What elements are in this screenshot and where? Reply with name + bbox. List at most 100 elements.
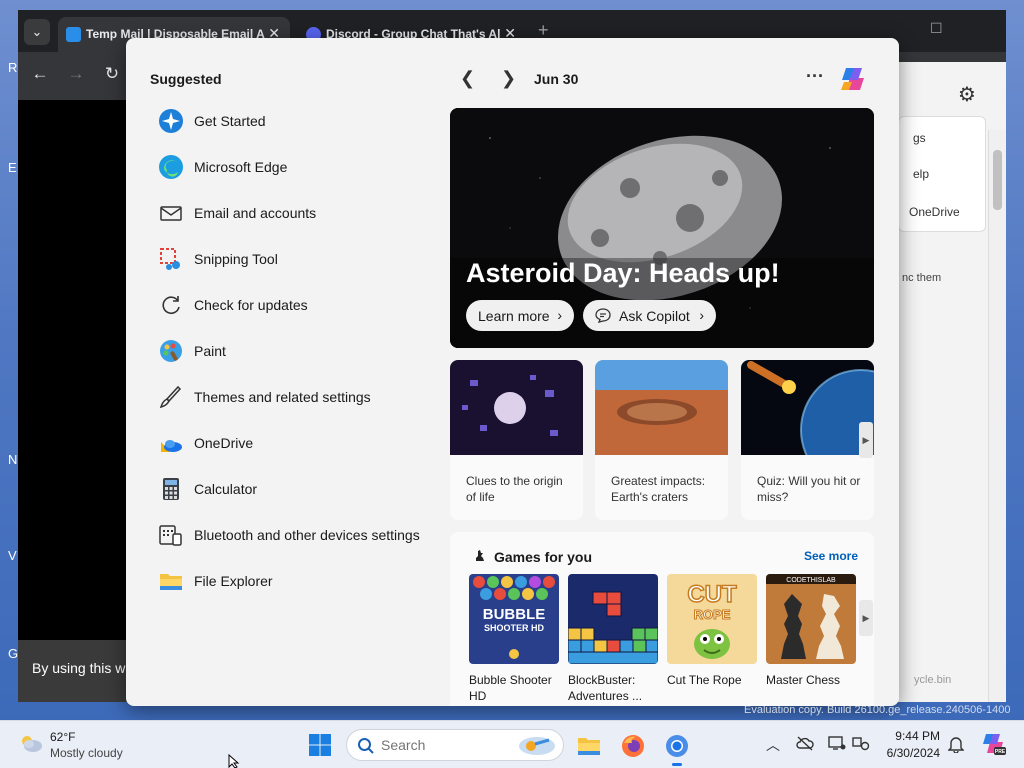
card-text: Clues to the origin of life bbox=[466, 474, 563, 504]
hero-card[interactable]: Asteroid Day: Heads up! Learn more › Ask… bbox=[450, 108, 874, 348]
reload-icon[interactable]: ↻ bbox=[100, 64, 124, 84]
see-more-link[interactable]: See more bbox=[804, 549, 858, 563]
menu-item-onedrive[interactable]: OneDrive bbox=[909, 205, 960, 219]
games-section: Games for you See more BUBBLE SHOOTER HD… bbox=[450, 532, 874, 706]
menu-item[interactable]: gs bbox=[913, 131, 926, 145]
game-tile[interactable]: BlockBuster: Adventures ... bbox=[568, 574, 658, 704]
desktop-icon-label: V bbox=[8, 548, 17, 563]
svg-text:CUT: CUT bbox=[687, 581, 737, 608]
show-hidden-icons-chevron-icon[interactable]: ︿ bbox=[766, 735, 780, 755]
game-name: Bubble Shooter HD bbox=[469, 673, 552, 703]
windows-start-icon[interactable] bbox=[308, 733, 332, 757]
gear-icon[interactable]: ⚙ bbox=[958, 82, 976, 107]
app-themes-settings[interactable]: Themes and related settings bbox=[158, 378, 448, 412]
scroll-right-arrow-icon[interactable]: ▶ bbox=[859, 600, 873, 636]
learn-more-label: Learn more bbox=[478, 308, 550, 324]
asteroid-field-image bbox=[450, 360, 583, 455]
firefox-icon[interactable] bbox=[620, 733, 646, 759]
folder-icon bbox=[160, 574, 182, 590]
card-text: Quiz: Will you hit or miss? bbox=[757, 474, 861, 504]
news-card[interactable]: Quiz: Will you hit or miss? bbox=[741, 360, 874, 520]
app-label: Calculator bbox=[194, 481, 258, 497]
news-card[interactable]: Greatest impacts: Earth's craters bbox=[595, 360, 728, 520]
scroll-right-arrow-icon[interactable]: ▶ bbox=[859, 422, 873, 458]
search-input[interactable] bbox=[381, 737, 511, 753]
onedrive-icon bbox=[161, 440, 182, 452]
app-label: Get Started bbox=[194, 113, 266, 129]
network-settings-icon[interactable] bbox=[852, 735, 870, 751]
display-icon[interactable] bbox=[828, 735, 846, 751]
recycle-bin-label: ycle.bin bbox=[914, 674, 952, 686]
app-label: Bluetooth and other devices settings bbox=[194, 527, 420, 543]
clock-time[interactable]: 9:44 PM bbox=[880, 729, 940, 743]
edge-icon bbox=[159, 155, 183, 179]
clock-date[interactable]: 6/30/2024 bbox=[870, 746, 940, 760]
news-card[interactable]: Clues to the origin of life bbox=[450, 360, 583, 520]
games-heading: Games for you bbox=[494, 549, 593, 565]
game-tile[interactable]: CODETHISLAB Master Chess bbox=[766, 574, 856, 688]
game-name: Master Chess bbox=[766, 673, 841, 687]
desktop-icon-label: N bbox=[8, 452, 18, 467]
copilot-icon[interactable] bbox=[838, 64, 868, 94]
master-chess-thumbnail: CODETHISLAB bbox=[766, 574, 856, 664]
next-day-chevron-icon[interactable]: ❯ bbox=[501, 68, 516, 89]
app-onedrive[interactable]: OneDrive bbox=[158, 424, 448, 458]
app-label: Check for updates bbox=[194, 297, 308, 313]
app-label: Snipping Tool bbox=[194, 251, 278, 267]
game-tile[interactable]: BUBBLE SHOOTER HD Bubble Shooter HD bbox=[469, 574, 559, 704]
panel-text: nc them bbox=[902, 272, 942, 284]
app-label: File Explorer bbox=[194, 573, 273, 589]
desktop-icon-label: E bbox=[8, 160, 17, 175]
app-file-explorer[interactable]: File Explorer bbox=[158, 562, 448, 596]
scrollbar[interactable] bbox=[988, 130, 1006, 702]
devices-icon bbox=[159, 525, 182, 546]
app-email-accounts[interactable]: Email and accounts bbox=[158, 194, 448, 228]
notification-bell-icon[interactable] bbox=[948, 735, 964, 753]
weather-temperature[interactable]: 62°F bbox=[50, 730, 75, 744]
refresh-icon bbox=[162, 296, 180, 314]
svg-text:CODETHISLAB: CODETHISLAB bbox=[786, 577, 836, 584]
forward-arrow-icon[interactable]: → bbox=[64, 64, 88, 84]
bubble-shooter-logo-text: BUBBLE bbox=[483, 606, 546, 623]
mouse-cursor-icon bbox=[228, 754, 240, 768]
app-check-updates[interactable]: Check for updates bbox=[158, 286, 448, 320]
game-tile[interactable]: CUT ROPE Cut The Rope bbox=[667, 574, 757, 688]
cookie-text: By using this w bbox=[32, 660, 126, 676]
file-explorer-taskbar-icon[interactable] bbox=[576, 733, 602, 759]
ask-copilot-button[interactable]: Ask Copilot › bbox=[583, 300, 716, 331]
weather-condition[interactable]: Mostly cloudy bbox=[50, 746, 123, 760]
more-options-icon[interactable]: ··· bbox=[806, 66, 824, 87]
cut-the-rope-thumbnail: CUT ROPE bbox=[667, 574, 757, 664]
app-get-started[interactable]: Get Started bbox=[158, 102, 448, 136]
cloudy-weather-icon[interactable] bbox=[18, 731, 44, 755]
chrome-icon[interactable] bbox=[664, 733, 690, 759]
chess-piece-icon bbox=[476, 550, 484, 561]
taskbar: 62°F Mostly cloudy ︿ 9:44 PM 6/30/2024 P… bbox=[0, 720, 1024, 768]
ask-copilot-label: Ask Copilot bbox=[619, 308, 690, 324]
menu-item[interactable]: elp bbox=[913, 167, 929, 181]
snipping-tool-icon bbox=[160, 248, 180, 270]
app-microsoft-edge[interactable]: Microsoft Edge bbox=[158, 148, 448, 182]
learn-more-button[interactable]: Learn more › bbox=[466, 300, 574, 331]
back-arrow-icon[interactable]: ← bbox=[28, 64, 52, 84]
get-started-icon bbox=[159, 109, 183, 133]
restore-icon[interactable]: ☐ bbox=[930, 20, 943, 37]
app-bluetooth-devices[interactable]: Bluetooth and other devices settings bbox=[158, 516, 448, 550]
app-label: Paint bbox=[194, 343, 226, 359]
active-app-indicator bbox=[672, 763, 682, 766]
cloud-offline-icon[interactable] bbox=[796, 735, 814, 751]
search-highlight-icon bbox=[519, 737, 555, 755]
tab-search-button[interactable]: ⌄ bbox=[24, 19, 50, 45]
crater-image bbox=[595, 360, 728, 455]
previous-day-chevron-icon[interactable]: ❮ bbox=[460, 68, 475, 89]
copilot-taskbar-icon[interactable]: PRE bbox=[980, 731, 1006, 757]
desktop-icon-label: R bbox=[8, 60, 18, 75]
app-label: OneDrive bbox=[194, 435, 254, 451]
app-calculator[interactable]: Calculator bbox=[158, 470, 448, 504]
taskbar-search[interactable] bbox=[346, 729, 564, 761]
temp-mail-favicon-icon bbox=[66, 27, 81, 42]
scrollbar-thumb[interactable] bbox=[993, 150, 1002, 210]
app-paint[interactable]: Paint bbox=[158, 332, 448, 366]
hero-title: Asteroid Day: Heads up! bbox=[466, 258, 780, 288]
app-snipping-tool[interactable]: Snipping Tool bbox=[158, 240, 448, 274]
